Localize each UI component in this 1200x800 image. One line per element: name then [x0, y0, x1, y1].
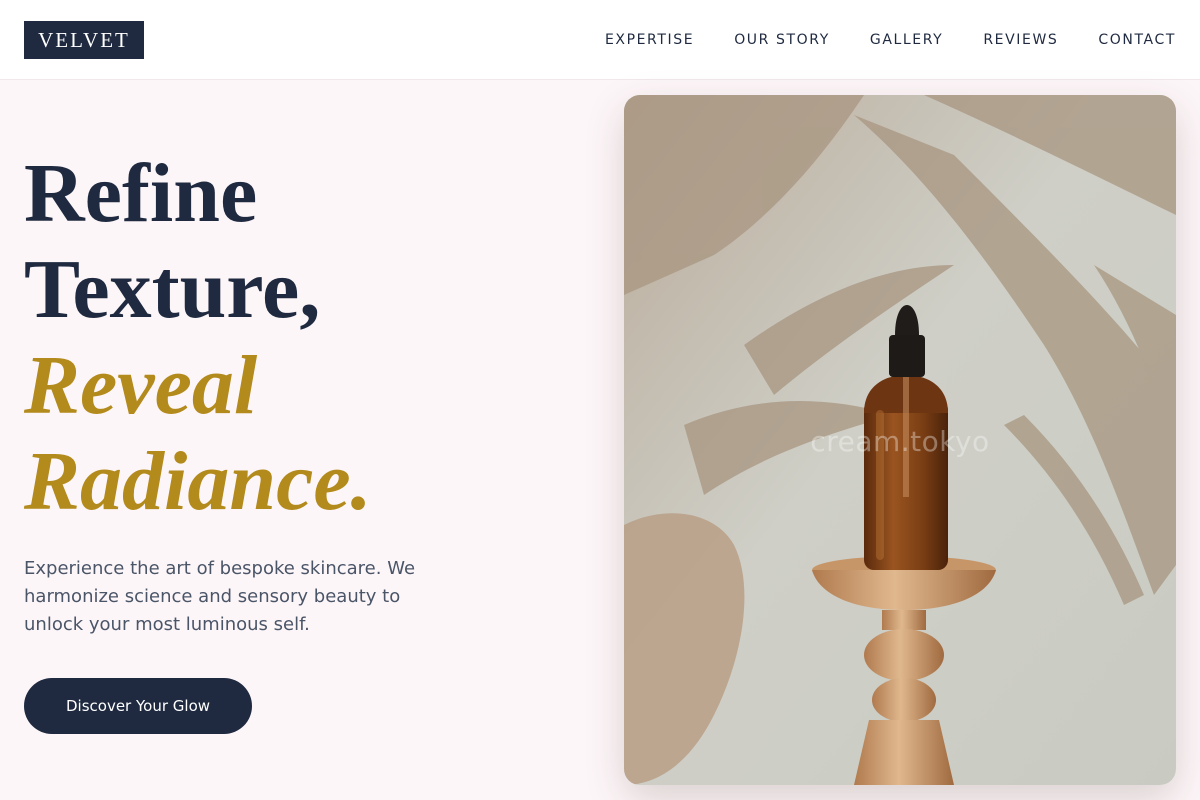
hero-title: Refine Texture, Reveal Radiance. [24, 146, 372, 530]
nav-link-our-story[interactable]: OUR STORY [734, 32, 830, 48]
brand-logo[interactable]: VELVET [24, 21, 144, 59]
hero-title-accent-line-1: Reveal [24, 339, 258, 432]
image-watermark: cream.tokyo [810, 425, 990, 458]
hero-description: Experience the art of bespoke skincare. … [24, 558, 416, 635]
hero-title-line-1: Refine [24, 147, 258, 240]
nav-link-gallery[interactable]: GALLERY [870, 32, 943, 48]
nav-link-expertise[interactable]: EXPERTISE [605, 32, 694, 48]
main-nav: EXPERTISE OUR STORY GALLERY REVIEWS CONT… [605, 0, 1176, 80]
hero-product-image: cream.tokyo [624, 95, 1176, 785]
hero-title-accent-line-2: Radiance. [24, 435, 372, 528]
site-header: VELVET EXPERTISE OUR STORY GALLERY REVIE… [0, 0, 1200, 80]
nav-link-reviews[interactable]: REVIEWS [983, 32, 1058, 48]
hero-title-line-2: Texture, [24, 243, 321, 336]
nav-link-contact[interactable]: CONTACT [1098, 32, 1176, 48]
discover-glow-button[interactable]: Discover Your Glow [24, 678, 252, 734]
